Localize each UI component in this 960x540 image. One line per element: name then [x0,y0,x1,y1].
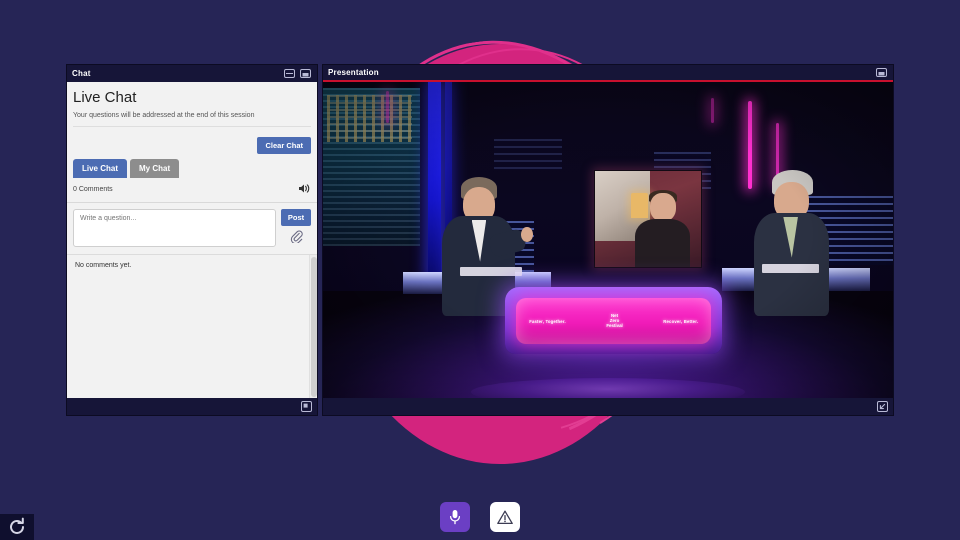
scrollbar-thumb[interactable] [311,256,317,397]
question-input[interactable] [73,208,276,247]
presentation-video[interactable]: Faster, Together. Net Zero Festival Reco… [323,82,893,398]
comment-count-row: 0 Comments [67,177,317,203]
compose-actions: Post [280,208,312,248]
alert-button[interactable] [490,502,520,532]
presentation-panel-title: Presentation [328,68,379,77]
studio-scene: Faster, Together. Net Zero Festival Reco… [323,82,893,398]
expand-icon[interactable] [876,401,889,412]
empty-state-message: No comments yet. [75,261,132,269]
tab-live-chat[interactable]: Live Chat [73,158,128,178]
chat-tabs: Live Chat My Chat [67,158,317,178]
chat-compose-area: Post [67,202,317,254]
expand-icon[interactable] [300,401,313,412]
reload-button[interactable] [0,514,34,540]
warning-triangle-icon [497,510,513,524]
chat-intro: Live Chat Your questions will be address… [67,82,317,133]
panel-layout-icon[interactable] [299,68,312,79]
comments-area: No comments yet. [67,253,317,398]
clear-chat-row: Clear Chat [67,132,317,159]
chat-panel-body: Live Chat Your questions will be address… [67,82,317,398]
presentation-panel-footer [323,398,893,415]
clear-chat-button[interactable]: Clear Chat [257,136,311,154]
minimize-panel-icon[interactable] [283,68,296,79]
scene-vignette [323,82,893,398]
chat-subtitle: Your questions will be addressed at the … [73,111,255,119]
comment-count-label: 0 Comments [73,186,113,194]
reload-icon [10,517,24,534]
presentation-panel: Presentation [322,64,894,416]
chat-panel-footer [67,398,317,415]
microphone-icon [449,510,461,525]
chat-panel: Chat Live Chat Your questions will be ad… [66,64,318,416]
divider [73,125,311,127]
comments-list: No comments yet. [67,255,309,398]
speaker-icon[interactable] [298,181,311,199]
presentation-panel-header: Presentation [323,65,893,82]
chat-panel-title: Chat [72,69,91,78]
paperclip-icon[interactable] [290,230,303,248]
chat-panel-header: Chat [67,65,317,82]
post-button[interactable]: Post [280,208,312,226]
control-bar [0,502,960,532]
chat-title: Live Chat [73,89,137,106]
comments-scrollbar[interactable] [309,254,317,398]
tab-my-chat[interactable]: My Chat [130,158,180,178]
microphone-button[interactable] [440,502,470,532]
panel-layout-icon[interactable] [875,67,888,78]
